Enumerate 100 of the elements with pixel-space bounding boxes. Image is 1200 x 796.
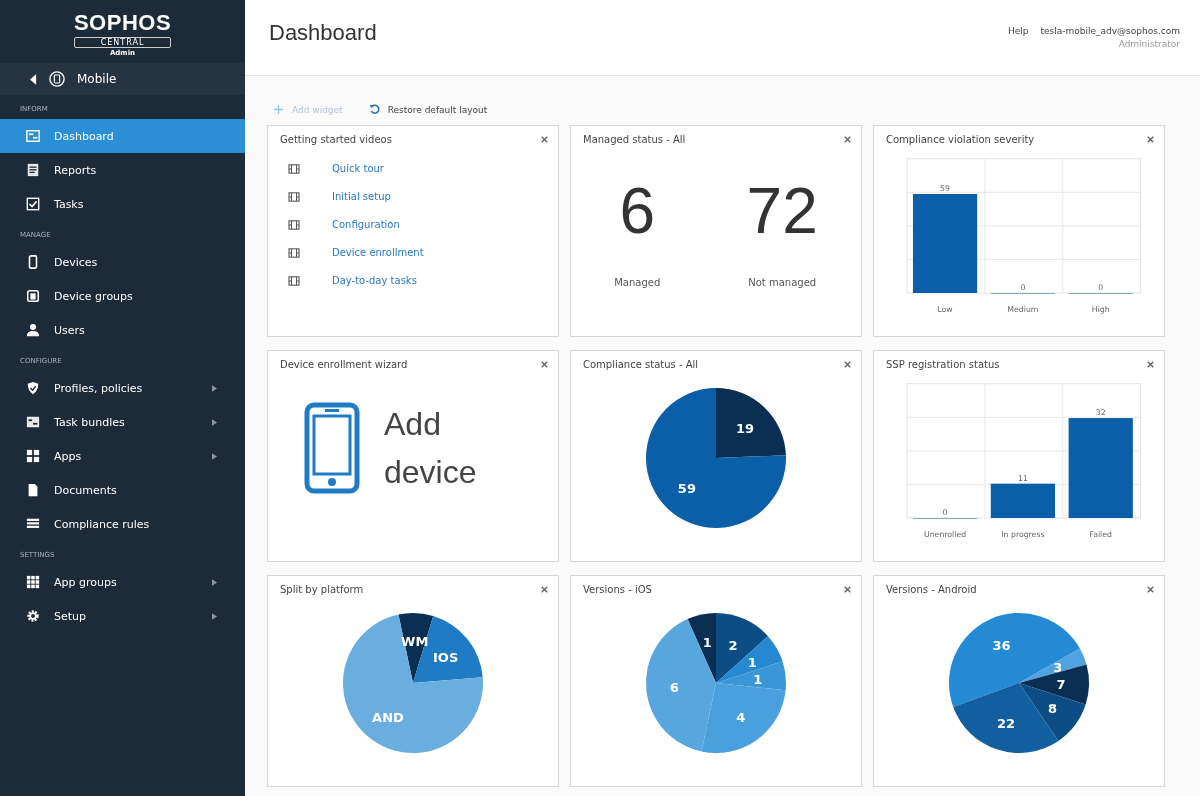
stat-label: Managed (614, 277, 661, 288)
value-label: 0 (1098, 283, 1104, 293)
nav-item[interactable]: Profiles, policies (0, 371, 245, 405)
nav-item[interactable]: Reports (0, 153, 245, 187)
nav-item[interactable]: Dashboard (0, 119, 245, 153)
video-link[interactable]: Day-to-day tasks (332, 275, 417, 286)
value-label: 11 (1017, 473, 1028, 483)
shield-icon (26, 381, 40, 395)
user-role: Administrator (1118, 39, 1180, 49)
film-icon (288, 275, 300, 286)
close-icon[interactable] (844, 586, 851, 593)
slice-label: 1 (753, 671, 763, 687)
task-icon (26, 197, 40, 211)
dashboard-icon (26, 129, 40, 143)
group-icon (26, 289, 40, 303)
widget-title: Compliance status - All (583, 359, 699, 370)
phone-icon[interactable] (304, 402, 360, 494)
widget-title: Managed status - All (583, 134, 686, 145)
video-link[interactable]: Initial setup (332, 191, 391, 202)
film-icon (288, 191, 300, 202)
nav-item[interactable]: Setup (0, 599, 245, 633)
gear-icon (26, 609, 40, 623)
page-title: Dashboard (269, 20, 377, 46)
value-label: 0 (1020, 283, 1026, 293)
logo-product: CENTRAL (73, 37, 172, 48)
list-icon (26, 517, 40, 531)
close-icon[interactable] (1147, 136, 1154, 143)
slice-label: 4 (736, 710, 746, 725)
stat-label: Not managed (748, 277, 817, 288)
category-label: Failed (1089, 530, 1112, 540)
back-icon[interactable] (30, 73, 37, 85)
slice-label: IOS (433, 649, 459, 665)
film-icon (288, 219, 300, 230)
user-email[interactable]: tesla-mobile_adv@sophos.com (1040, 26, 1180, 36)
category-label: Low (937, 305, 953, 315)
film-icon (288, 163, 300, 174)
nav-item[interactable]: Users (0, 313, 245, 347)
plus-icon (273, 104, 284, 115)
slice-label: 8 (1048, 701, 1058, 717)
video-link[interactable]: Configuration (332, 219, 400, 230)
bar (990, 483, 1055, 518)
category-label: High (1091, 305, 1110, 315)
nav-item[interactable]: Documents (0, 473, 245, 507)
widget-title: Getting started videos (280, 134, 392, 145)
close-icon[interactable] (1147, 586, 1154, 593)
phone-icon (26, 255, 40, 269)
nav-item[interactable]: Task bundles (0, 405, 245, 439)
nav-item[interactable]: Devices (0, 245, 245, 279)
context-bar[interactable]: Mobile (0, 63, 245, 95)
slice-label: 1 (702, 634, 712, 650)
phone-icon (49, 71, 65, 87)
apps-icon (26, 449, 40, 463)
help-link[interactable]: Help (1007, 26, 1029, 36)
widget-title: SSP registration status (886, 359, 1000, 370)
report-icon (26, 163, 40, 177)
slice-label: 59 (677, 481, 696, 497)
add-device-link[interactable]: Add device (384, 400, 494, 496)
nav-item[interactable]: Apps (0, 439, 245, 473)
close-icon[interactable] (844, 361, 851, 368)
slice-label: 36 (992, 637, 1011, 653)
slice-label: 7 (1056, 676, 1066, 692)
film-icon (288, 247, 300, 258)
slice-label: 6 (669, 680, 679, 696)
user-icon (26, 323, 40, 337)
nav-item[interactable]: Tasks (0, 187, 245, 221)
category-label: In progress (1001, 530, 1045, 540)
slice-label: 3 (1053, 660, 1063, 675)
close-icon[interactable] (844, 136, 851, 143)
slice-label: 1 (747, 655, 757, 670)
widget-title: Compliance violation severity (886, 134, 1035, 145)
nav-item[interactable]: Compliance rules (0, 507, 245, 541)
slice-label: 22 (997, 715, 1016, 731)
slice-label: AND (372, 709, 404, 725)
close-icon[interactable] (1147, 361, 1154, 368)
widget-title: Device enrollment wizard (280, 359, 408, 370)
value-label: 0 (942, 508, 948, 518)
bundle-icon (26, 415, 40, 429)
undo-icon (368, 104, 380, 115)
grid-icon (26, 575, 40, 589)
doc-icon (26, 483, 40, 497)
stat-value: 72 (746, 179, 818, 243)
nav-item[interactable]: Device groups (0, 279, 245, 313)
video-link[interactable]: Device enrollment (332, 247, 424, 258)
category-label: Unenrolled (924, 530, 967, 540)
widget-title: Versions - iOS (583, 584, 652, 595)
slice-label: 2 (728, 637, 738, 653)
close-icon[interactable] (541, 136, 548, 143)
nav-item[interactable]: App groups (0, 565, 245, 599)
widget-title: Split by platform (280, 584, 364, 595)
slice-label: 19 (736, 420, 755, 436)
close-icon[interactable] (541, 361, 548, 368)
video-link[interactable]: Quick tour (332, 163, 384, 174)
close-icon[interactable] (541, 586, 548, 593)
context-label: Mobile (77, 72, 117, 86)
logo-brand: SOPHOS (73, 10, 172, 36)
value-label: 59 (940, 184, 950, 194)
category-label: Medium (1007, 305, 1039, 315)
restore-layout-button[interactable]: Restore default layout (368, 104, 488, 115)
widget-title: Versions - Android (886, 584, 977, 595)
stat-value: 6 (619, 179, 655, 243)
